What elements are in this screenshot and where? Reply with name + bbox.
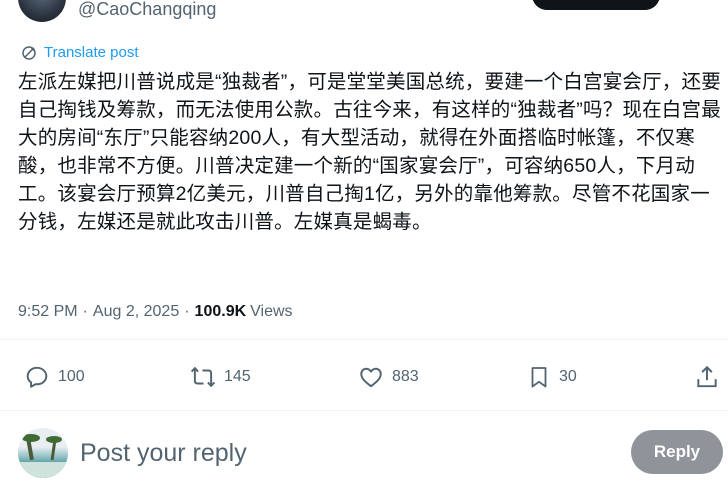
meta-separator: · [184,303,190,320]
bookmark-action[interactable]: 30 [527,360,577,394]
post-text: 左派左媒把川普说成是“独裁者”，可是堂堂美国总统，要建一个白宫宴会厅，还要自己掏… [18,71,721,233]
divider [0,339,728,340]
follow-button[interactable] [532,0,660,10]
views-count: 100.9K [194,303,247,320]
like-action[interactable]: 883 [358,360,419,394]
bookmark-count: 30 [559,368,577,385]
share-action[interactable] [694,360,720,394]
translate-icon [22,46,36,60]
reply-icon [26,366,48,388]
user-avatar[interactable] [18,428,68,478]
post-date[interactable]: Aug 2, 2025 [93,302,179,322]
views-label: Views [250,303,293,320]
reply-count: 100 [58,368,85,385]
repost-icon [190,366,216,388]
translate-post-link[interactable]: Translate post [20,44,139,62]
post-header: @CaoChangqing [0,0,728,30]
post-detail-view: @CaoChangqing Translate post 左派左媒把川普说成是“… [0,0,728,488]
post-meta: 9:52 PM · Aug 2, 2025 · 100.9K Views [18,302,293,322]
reply-action[interactable]: 100 [24,360,85,394]
author-avatar[interactable] [18,0,66,22]
post-time[interactable]: 9:52 PM [18,302,78,322]
divider [0,410,728,411]
translate-label[interactable]: Translate post [44,44,139,62]
author-handle[interactable]: @CaoChangqing [78,0,216,20]
repost-action[interactable]: 145 [190,360,251,394]
share-icon [697,365,717,388]
heart-icon [360,367,382,388]
like-count: 883 [392,368,419,385]
reply-button[interactable]: Reply [631,430,723,474]
bookmark-icon [531,367,547,388]
meta-separator: · [82,303,88,320]
repost-count: 145 [224,368,251,385]
reply-input[interactable]: Post your reply [80,438,247,468]
action-bar: 100 145 883 30 [0,360,728,394]
